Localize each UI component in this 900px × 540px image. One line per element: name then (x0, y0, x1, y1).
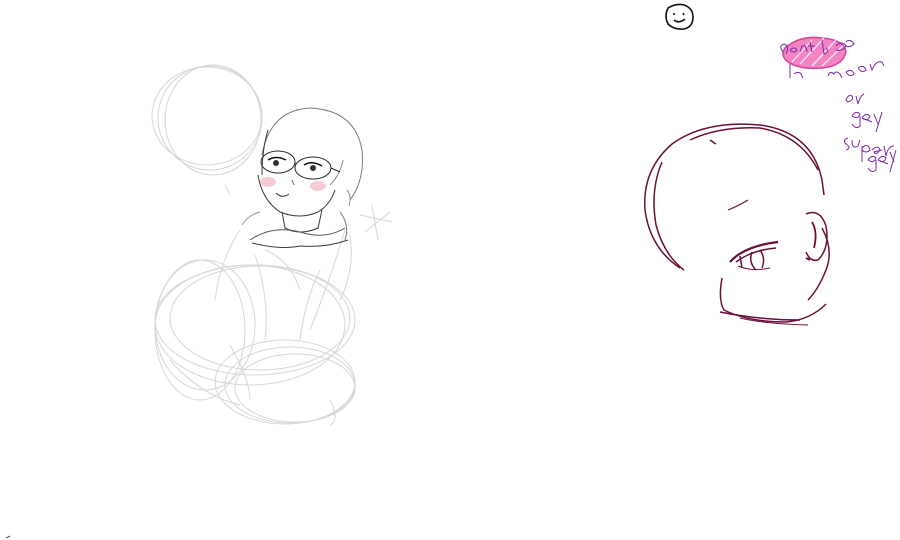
stray-mark (5, 535, 11, 539)
pink-scribble (782, 36, 847, 70)
drawing-canvas[interactable] (0, 0, 900, 540)
sketch-layer (5, 3, 897, 539)
maroon-head-sketch (643, 123, 830, 326)
smiley-doodle-icon (665, 3, 694, 30)
figure-with-glasses-sketch (151, 64, 393, 426)
